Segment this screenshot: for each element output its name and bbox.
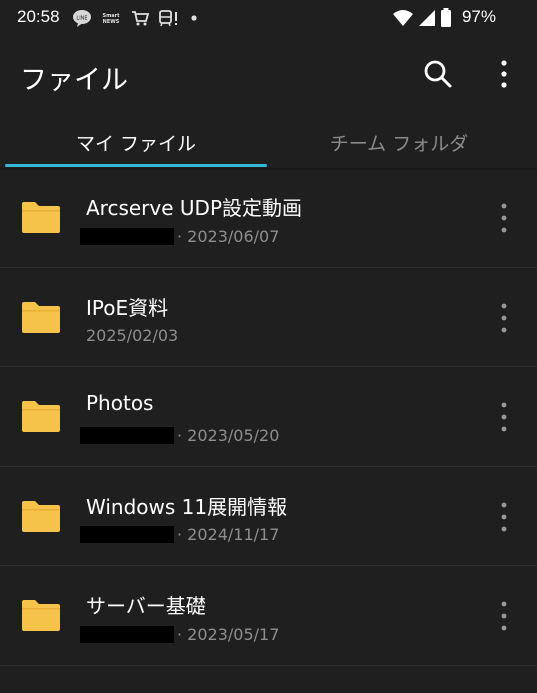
more-vert-icon[interactable]	[494, 300, 514, 336]
file-name: サーバー基礎	[86, 594, 206, 618]
line-icon: LINE	[73, 10, 91, 27]
more-vert-icon	[501, 60, 507, 88]
list-item[interactable]: IPoE資料 2025/02/03	[0, 268, 537, 367]
file-meta: · 2024/11/17	[80, 525, 279, 545]
file-list: Arcserve UDP設定動画 · 2023/06/07 IPoE資料 202…	[0, 168, 537, 666]
file-meta: · 2023/05/20	[80, 425, 279, 445]
cart-icon	[132, 11, 150, 26]
file-date: · 2023/05/20	[177, 425, 280, 445]
folder-icon	[22, 401, 60, 432]
battery-icon	[441, 8, 451, 27]
svg-text:LINE: LINE	[76, 16, 87, 22]
redacted-owner	[80, 625, 174, 643]
file-name: Photos	[86, 391, 154, 415]
file-date: · 2023/05/17	[177, 624, 280, 644]
tab-bar: マイ ファイル チーム フォルダ	[0, 116, 537, 168]
tab-my-files-label: マイ ファイル	[75, 132, 197, 155]
notification-icons: LINE Smart NEWS	[72, 9, 200, 27]
status-bar: 20:58 LINE Smart NEWS 97%	[0, 0, 537, 36]
tab-indicator	[5, 164, 267, 167]
list-item[interactable]: Windows 11展開情報 · 2024/11/17	[0, 467, 537, 566]
wifi-icon	[393, 10, 413, 26]
file-date: · 2023/06/07	[177, 226, 280, 246]
file-name: Arcserve UDP設定動画	[86, 196, 303, 220]
transit-alert-icon	[159, 10, 177, 27]
dot-icon	[191, 15, 197, 21]
list-item[interactable]: Arcserve UDP設定動画 · 2023/06/07	[0, 168, 537, 268]
tab-team-folders[interactable]: チーム フォルダ	[268, 116, 530, 168]
file-meta: 2025/02/03	[80, 326, 178, 346]
redacted-owner	[80, 227, 174, 245]
search-button[interactable]	[420, 56, 456, 92]
search-icon	[424, 60, 452, 88]
status-time: 20:58	[17, 7, 60, 26]
list-item[interactable]: Photos · 2023/05/20	[0, 367, 537, 467]
folder-icon	[22, 600, 60, 631]
folder-icon	[22, 301, 60, 333]
cellular-icon	[419, 10, 435, 26]
folder-icon	[22, 500, 60, 532]
more-vert-icon[interactable]	[494, 598, 514, 634]
file-meta: · 2023/06/07	[80, 226, 279, 246]
system-icons	[392, 8, 452, 28]
file-name: Windows 11展開情報	[86, 494, 288, 519]
file-date: 2025/02/03	[86, 326, 179, 345]
file-name: IPoE資料	[86, 295, 169, 320]
list-item[interactable]: サーバー基礎 · 2023/05/17	[0, 566, 537, 666]
file-meta: · 2023/05/17	[80, 624, 279, 644]
page-title: ファイル	[20, 65, 128, 96]
folder-icon	[22, 202, 60, 233]
more-vert-icon[interactable]	[494, 399, 514, 435]
file-date: · 2024/11/17	[177, 525, 280, 544]
more-vert-icon[interactable]	[494, 499, 514, 535]
tab-my-files[interactable]: マイ ファイル	[5, 116, 267, 168]
more-options-button[interactable]	[489, 56, 519, 92]
redacted-owner	[80, 426, 174, 444]
svg-text:NEWS: NEWS	[103, 19, 120, 25]
more-vert-icon[interactable]	[494, 200, 514, 236]
app-bar: ファイル	[0, 36, 537, 116]
tab-team-folders-label: チーム フォルダ	[329, 132, 469, 155]
redacted-owner	[80, 526, 174, 543]
battery-percent: 97%	[461, 7, 496, 26]
smart-news-icon: Smart NEWS	[102, 13, 120, 25]
